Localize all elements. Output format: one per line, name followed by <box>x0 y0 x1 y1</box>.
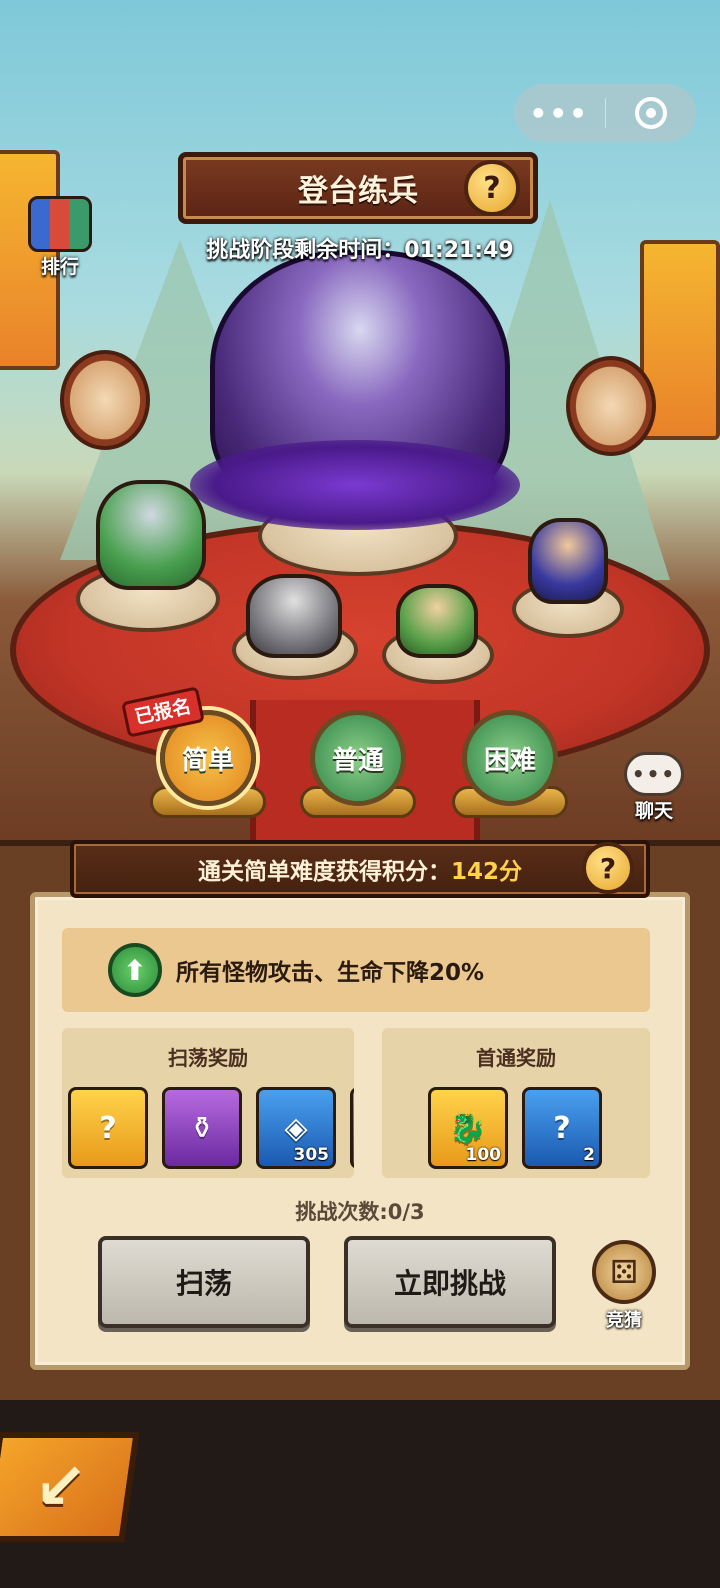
sweep-rewards-title: 扫荡奖励 <box>168 1046 248 1070</box>
back-arrow-icon: ↙ <box>34 1450 88 1524</box>
up-arrow-icon: ⬆ <box>108 943 162 997</box>
item-glyph: 🐉 <box>449 1110 487 1146</box>
attempts-counter: 挑战次数:0/3 <box>295 1200 425 1224</box>
rank-button[interactable]: 排行 <box>22 196 98 280</box>
item-glyph: ⚱ <box>189 1110 215 1146</box>
help-question-icon[interactable]: ? <box>464 160 520 216</box>
back-button[interactable]: ↙ <box>0 1432 140 1542</box>
chat-bubble-icon: ••• <box>624 752 684 796</box>
difficulty-hard-label: 困难 <box>462 710 558 806</box>
sweep-button[interactable]: 扫荡 <box>98 1236 310 1328</box>
difficulty-normal-button[interactable]: 普通 <box>300 710 416 818</box>
wine-jar-icon[interactable]: ⚱ <box>162 1087 242 1169</box>
score-help-question-icon[interactable]: ? <box>582 842 634 894</box>
target-ring <box>634 97 667 129</box>
sweep-rewards-list: ? ⚱ ◈ 305 <box>62 1087 354 1169</box>
first-clear-rewards-title: 首通奖励 <box>476 1046 556 1070</box>
timer-value: 01:21:49 <box>404 238 514 263</box>
score-bar: 通关简单难度获得积分： 142分 <box>70 840 650 898</box>
item-glyph: ? <box>553 1110 571 1146</box>
item-count: 100 <box>465 1145 502 1165</box>
timer-label: 挑战阶段剩余时间： <box>206 238 405 263</box>
drum-right <box>566 356 656 456</box>
difficulty-hard-button[interactable]: 困难 <box>452 710 568 818</box>
mini-program-capsule: ••• <box>514 84 696 142</box>
hero-swordsman <box>528 518 608 604</box>
dark-smoke <box>190 440 520 530</box>
challenge-button[interactable]: 立即挑战 <box>344 1236 556 1328</box>
guess-button[interactable]: ⚄ 竞猜 <box>588 1240 660 1332</box>
page-title: 登台练兵 <box>298 174 418 209</box>
sweep-rewards-box: 扫荡奖励 ? ⚱ ◈ 305 <box>62 1028 354 1178</box>
dragon-token-icon[interactable]: 🐉 100 <box>428 1087 508 1169</box>
item-count: 2 <box>583 1145 595 1165</box>
hero-green-general <box>96 480 206 590</box>
hero-spearman <box>246 574 342 658</box>
hero-archer <box>396 584 478 658</box>
partial-item-icon[interactable] <box>350 1087 354 1169</box>
mystery-chest-icon[interactable]: ? 2 <box>522 1087 602 1169</box>
item-glyph: ◈ <box>284 1110 308 1146</box>
score-value: 142分 <box>450 859 522 885</box>
more-dots-icon[interactable]: ••• <box>514 97 605 130</box>
target-circle-icon[interactable] <box>606 97 697 129</box>
first-clear-rewards-list: 🐉 100 ? 2 <box>382 1087 650 1169</box>
drum-left <box>60 350 150 450</box>
difficulty-normal-label: 普通 <box>310 710 406 806</box>
buff-text: 所有怪物攻击、生命下降20% <box>176 960 485 986</box>
mystery-chest-icon[interactable]: ? <box>68 1087 148 1169</box>
podium-icon <box>28 196 92 252</box>
buff-box: ⬆ 所有怪物攻击、生命下降20% <box>62 928 650 1012</box>
challenge-timer: 挑战阶段剩余时间：01:21:49 <box>0 232 720 264</box>
target-dot <box>645 108 656 118</box>
score-label: 通关简单难度获得积分： <box>197 859 451 885</box>
guess-label: 竞猜 <box>606 1310 642 1331</box>
copper-coin-icon[interactable]: ◈ 305 <box>256 1087 336 1169</box>
item-glyph: ? <box>99 1110 117 1146</box>
chat-button[interactable]: ••• 聊天 <box>612 752 696 823</box>
chat-label: 聊天 <box>634 800 673 822</box>
rank-label: 排行 <box>40 256 79 278</box>
item-count: 305 <box>293 1145 330 1165</box>
first-clear-rewards-box: 首通奖励 🐉 100 ? 2 <box>382 1028 650 1178</box>
dice-icon: ⚄ <box>592 1240 656 1304</box>
